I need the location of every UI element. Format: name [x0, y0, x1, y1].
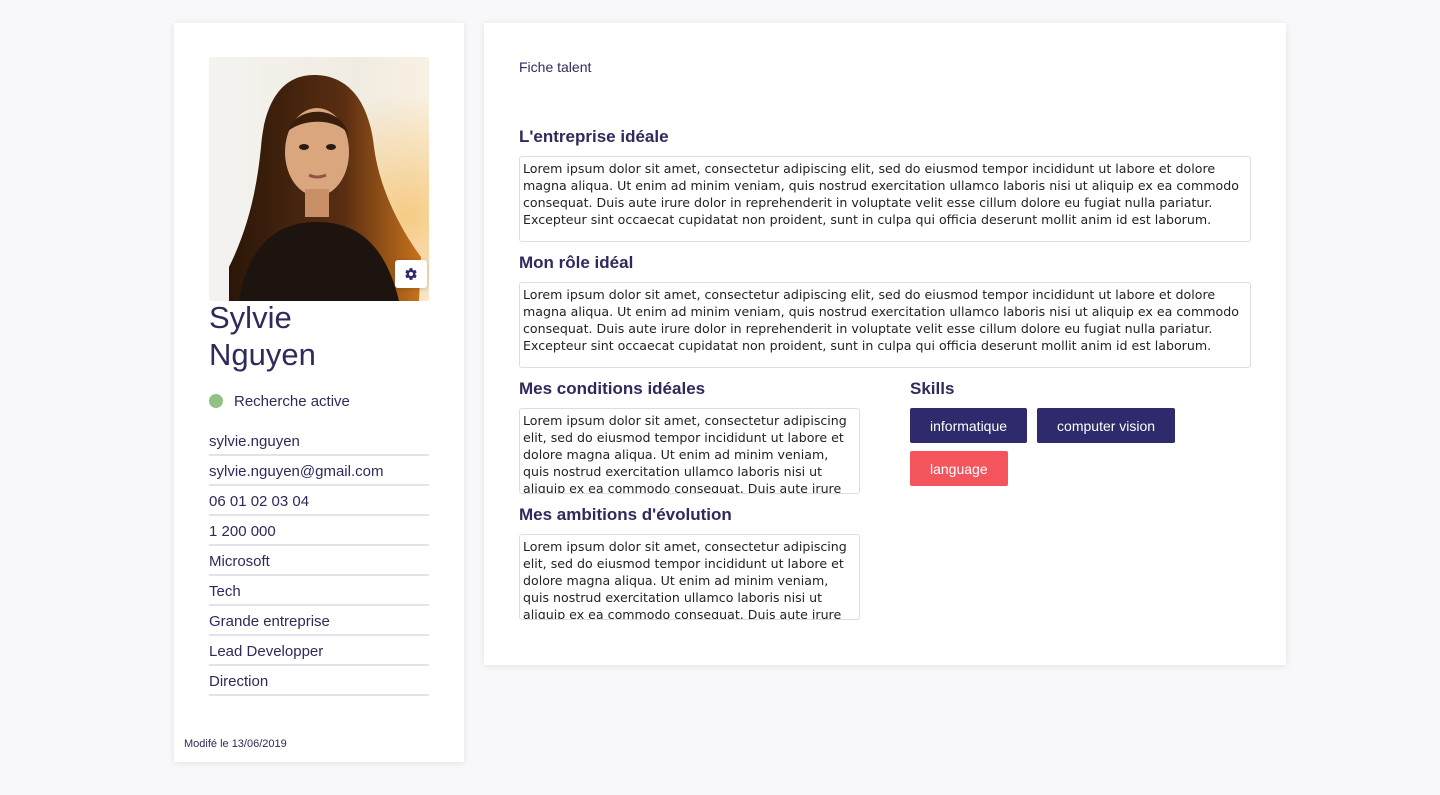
skill-tag-informatique[interactable]: informatique	[910, 408, 1028, 443]
info-username: sylvie.nguyen	[209, 426, 429, 456]
info-phone: 06 01 02 03 04	[209, 486, 429, 516]
info-sector: Tech	[209, 576, 429, 606]
section-title-skills: Skills	[910, 379, 955, 398]
profile-name: Sylvie Nguyen	[209, 299, 439, 373]
modified-date: Modifé le 13/06/2019	[184, 738, 287, 750]
section-title-entreprise: L'entreprise idéale	[519, 127, 669, 146]
conditions-textarea[interactable]: Lorem ipsum dolor sit amet, consectetur …	[519, 408, 860, 494]
profile-card: Sylvie Nguyen Recherche active sylvie.ng…	[174, 23, 464, 762]
section-title-role: Mon rôle idéal	[519, 253, 634, 272]
ambitions-textarea[interactable]: Lorem ipsum dolor sit amet, consectetur …	[519, 534, 860, 620]
gear-icon	[405, 268, 417, 280]
profile-info-list: sylvie.nguyen sylvie.nguyen@gmail.com 06…	[209, 426, 429, 696]
info-email: sylvie.nguyen@gmail.com	[209, 456, 429, 486]
info-salary: 1 200 000	[209, 516, 429, 546]
section-title-conditions: Mes conditions idéales	[519, 379, 706, 398]
status-dot	[209, 394, 223, 408]
info-company-size: Grande entreprise	[209, 606, 429, 636]
role-textarea[interactable]: Lorem ipsum dolor sit amet, consectetur …	[519, 282, 1251, 368]
talent-sheet-card: Fiche talent L'entreprise idéale Lorem i…	[484, 23, 1286, 665]
skill-tag-computer-vision[interactable]: computer vision	[1037, 408, 1176, 443]
photo-settings-button[interactable]	[395, 260, 427, 288]
skill-tag-language[interactable]: language	[910, 451, 1008, 486]
section-title-ambitions: Mes ambitions d'évolution	[519, 505, 732, 524]
skills-list: informatique computer vision language	[910, 408, 1250, 486]
info-company: Microsoft	[209, 546, 429, 576]
status-indicator: Recherche active	[209, 391, 350, 411]
status-label: Recherche active	[234, 392, 350, 410]
info-department: Direction	[209, 666, 429, 696]
breadcrumb: Fiche talent	[519, 59, 592, 75]
last-name: Nguyen	[209, 337, 316, 372]
first-name: Sylvie	[209, 300, 292, 335]
entreprise-textarea[interactable]: Lorem ipsum dolor sit amet, consectetur …	[519, 156, 1251, 242]
info-job-title: Lead Developper	[209, 636, 429, 666]
